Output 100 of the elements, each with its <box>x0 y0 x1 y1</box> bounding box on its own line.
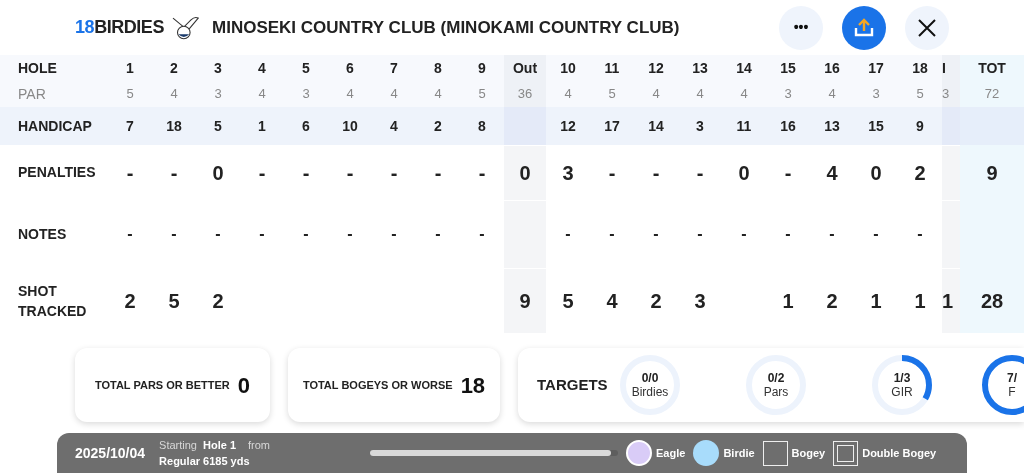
shot-count: 4 <box>606 288 618 314</box>
par-value: 5 <box>478 85 486 104</box>
handicap-value: 3 <box>696 116 704 136</box>
note-value: - <box>171 224 177 244</box>
penalty-value: 3 <box>562 160 574 186</box>
note-value: - <box>565 224 571 244</box>
penalty-value: 2 <box>914 160 926 186</box>
par-value: 3 <box>214 85 222 104</box>
hole-number: 9 <box>478 58 486 78</box>
hole-number: 4 <box>258 58 266 78</box>
target-label: GIR <box>891 385 913 399</box>
penalty-value: 0 <box>738 160 750 186</box>
legend-label: Eagle <box>656 445 686 461</box>
hole-number: 12 <box>648 58 664 78</box>
hole-number: 1 <box>126 58 134 78</box>
handicap-value: 16 <box>780 116 796 136</box>
total-cell: 72 <box>960 81 1024 107</box>
hole-number: 7 <box>390 58 398 78</box>
legend-label: Double Bogey <box>862 445 937 461</box>
more-button[interactable]: ••• <box>779 5 823 50</box>
par-value: 4 <box>170 85 178 104</box>
close-icon <box>917 17 937 38</box>
hole-number: 17 <box>868 58 884 78</box>
target-value: 7/ <box>1007 371 1017 385</box>
handicap-value: 9 <box>916 116 924 136</box>
handicap-value: 5 <box>214 116 222 136</box>
note-value: - <box>215 224 221 244</box>
penalty-value: - <box>390 160 398 186</box>
par-value: 4 <box>564 85 572 104</box>
progress-ring <box>871 354 933 416</box>
note-value: - <box>127 224 133 244</box>
par-value: 5 <box>126 85 134 104</box>
par-value: 5 <box>916 85 924 104</box>
summary-label: TOTAL BOGEYS OR WORSE <box>302 377 453 393</box>
tee-info: Regular 6185 yds <box>159 454 251 469</box>
penalty-value: 4 <box>826 160 838 186</box>
logo-text: 18BIRDIES <box>75 16 164 39</box>
row-label: NOTES <box>18 224 67 244</box>
share-button[interactable] <box>842 5 886 50</box>
hole-number: 10 <box>560 58 576 78</box>
note-value: - <box>347 224 353 244</box>
handicap-value: 8 <box>478 116 486 136</box>
handicap-value: 11 <box>736 116 752 136</box>
note-value: - <box>479 224 485 244</box>
in-cell: 1 <box>942 268 960 333</box>
penalty-value: - <box>170 160 178 186</box>
close-button[interactable] <box>905 5 949 50</box>
hole-number: 18 <box>912 58 928 78</box>
penalty-value: - <box>346 160 354 186</box>
handicap-value: 15 <box>868 116 884 136</box>
hole-number: 16 <box>824 58 840 78</box>
hole-number: 5 <box>302 58 310 78</box>
starting-hole: Hole 1 <box>203 438 236 453</box>
shot-count: 5 <box>168 288 180 314</box>
handicap-value: 7 <box>126 116 134 136</box>
penalty-value: - <box>302 160 310 186</box>
legend-label: Bogey <box>791 445 826 461</box>
handicap-value: 4 <box>390 116 398 136</box>
par-value: 5 <box>608 85 616 104</box>
in-cell: 3 <box>942 81 960 107</box>
target-label: F <box>1008 385 1016 399</box>
summary-value: 0 <box>237 371 251 400</box>
handicap-value: 13 <box>824 116 840 136</box>
note-value: - <box>653 224 659 244</box>
row-label: PAR <box>18 84 46 104</box>
note-value: - <box>785 224 791 244</box>
penalty-value: - <box>652 160 660 186</box>
handicap-value: 6 <box>302 116 310 136</box>
hole-number: 13 <box>692 58 708 78</box>
note-value: - <box>741 224 747 244</box>
par-value: 4 <box>696 85 704 104</box>
note-value: - <box>829 224 835 244</box>
total-cell: TOT <box>960 55 1024 81</box>
target-value: 0/0 <box>641 371 659 385</box>
par-value: 4 <box>390 85 398 104</box>
row-label: HANDICAP <box>18 116 92 136</box>
row-label: PENALTIES <box>18 163 96 182</box>
target-label: Pars <box>763 385 789 399</box>
handicap-value: 12 <box>560 116 576 136</box>
par-value: 4 <box>434 85 442 104</box>
note-value: - <box>391 224 397 244</box>
birdie-swatch <box>693 440 720 466</box>
shot-count: 3 <box>694 288 706 314</box>
handicap-value: 10 <box>342 116 358 136</box>
handicap-value: 17 <box>604 116 620 136</box>
shot-count: 2 <box>124 288 136 314</box>
eagle-swatch <box>626 440 652 466</box>
out-cell: 9 <box>504 268 546 333</box>
handicap-value: 18 <box>166 116 182 136</box>
double-bogey-swatch <box>833 440 859 466</box>
par-value: 4 <box>346 85 354 104</box>
shot-count: 5 <box>562 288 574 314</box>
note-value: - <box>259 224 265 244</box>
target-value: 0/2 <box>767 371 785 385</box>
shot-count: 1 <box>782 288 794 314</box>
handicap-value: 1 <box>258 116 266 136</box>
handicap-value: 2 <box>434 116 442 136</box>
note-value: - <box>697 224 703 244</box>
note-value: - <box>303 224 309 244</box>
hole-number: 2 <box>170 58 178 78</box>
